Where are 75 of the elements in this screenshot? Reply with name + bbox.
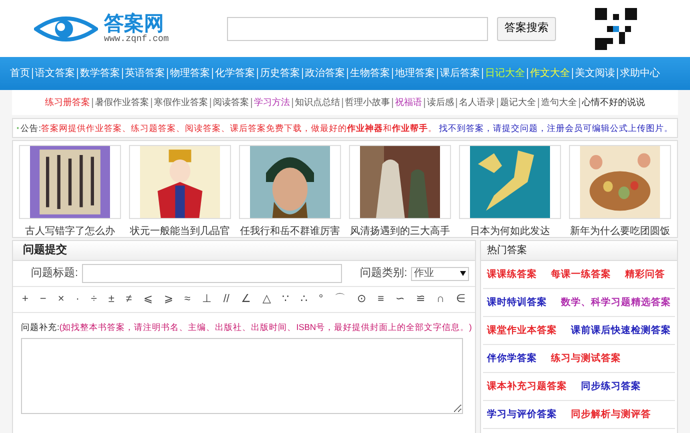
symbol-button[interactable]: // [222,291,230,308]
symbol-button[interactable]: ° [318,291,324,308]
picture-caption[interactable]: 风清扬遇到的三大高手 [350,224,450,239]
hot-answer-link[interactable]: 课堂作业本答案 [487,325,557,336]
symbol-button[interactable]: + [21,291,30,308]
hot-answer-link[interactable]: 课本补充习题答案 [487,381,567,392]
symbol-button[interactable]: ≌ [414,291,426,308]
hot-answer-link[interactable]: 每课一练答案 [551,269,611,280]
symbol-button[interactable]: ∠ [240,291,252,308]
sub-nav-link[interactable]: 名人语录 [459,96,495,110]
hot-answer-link[interactable]: 同步练习答案 [581,381,641,392]
notice-label: 公告: [20,122,41,134]
hot-answer-link[interactable]: 学习与评价答案 [487,409,557,420]
title-field[interactable] [82,264,342,283]
symbol-button[interactable]: ⩽ [142,291,154,308]
hot-answer-link[interactable]: 伴你学答案 [487,353,537,364]
symbol-button[interactable]: ≈ [183,291,192,308]
hot-answer-link[interactable]: 课前课后快速检测答案 [571,325,671,336]
sub-nav-link[interactable]: 读后感 [427,96,454,110]
hot-answer-link[interactable]: 数学、科学习题精选答案 [561,297,671,308]
symbol-button[interactable]: ÷ [90,291,98,308]
caret-icon [460,271,466,276]
sub-nav-link[interactable]: 阅读答案 [213,96,249,110]
sub-nav-link[interactable]: 学习方法 [254,96,290,110]
hot-answer-link[interactable]: 练习与测试答案 [551,353,621,364]
category-select[interactable]: 作业 [411,266,470,280]
panel-title: 问题提交 [23,242,67,258]
sub-nav-link[interactable]: 题记大全 [500,96,536,110]
qr-code-icon [595,8,637,50]
search-button[interactable]: 答案搜索 [497,16,556,40]
symbol-button[interactable]: · [74,291,80,308]
sub-nav-link[interactable]: 练习册答案 [45,96,90,110]
symbol-button[interactable]: × [56,291,66,308]
hot-answer-link[interactable]: 同步解析与测评答 [571,409,651,420]
hot-answer-link[interactable]: 精彩问答 [625,269,665,280]
sub-nav-link[interactable]: 祝福语 [395,96,422,110]
symbol-button[interactable]: △ [261,291,272,308]
sub-nav-link[interactable]: 哲理小故事 [345,96,390,110]
field-label: 问题标题: [31,266,78,282]
supplement-field[interactable] [21,338,463,414]
symbol-button[interactable]: ⊥ [200,291,213,308]
sub-nav-link[interactable]: 寒假作业答案 [154,96,208,110]
symbol-button[interactable]: ⌒ [334,291,347,308]
symbol-button[interactable]: ∈ [454,291,467,308]
eye-logo-icon [34,14,98,44]
sub-nav-link[interactable]: 知识点总结 [295,96,340,110]
symbol-button[interactable]: ≡ [376,291,386,308]
symbol-button[interactable]: ⩾ [162,291,174,308]
symbol-button[interactable]: ∵ [280,291,290,308]
symbol-button[interactable]: ∽ [394,291,406,308]
supplement-hint: (如找整本书答案，请注明书名、主编、出版社、出版时间、ISBN号，最好提供封面上的全部文字信息。) [59,322,472,332]
sub-nav-link[interactable]: 心情不好的说说 [582,96,645,110]
picture-caption[interactable]: 古人写错字了怎么办 [25,224,115,239]
symbol-button[interactable]: ⊙ [356,291,368,308]
picture-caption[interactable]: 任我行和岳不群谁厉害 [240,224,340,239]
notice-text: 答案网提供作业答案、练习题答案、阅读答案、课后答案免费下载，做最好的作业神器和作业帮手。 [41,122,437,134]
symbol-button[interactable]: ∩ [435,291,446,308]
sub-nav-link[interactable]: 暑假作业答案 [95,96,149,110]
symbol-button[interactable]: ≠ [124,291,133,308]
panel-title: 热门答案 [487,244,527,258]
logo-name: 答案网 [104,13,164,33]
field-label: 问题补充: [21,322,60,332]
picture-caption[interactable]: 新年为什么要吃团圆饭 [570,224,670,239]
hot-answer-link[interactable]: 课课练答案 [487,269,537,280]
field-label: 问题类别: [360,266,408,282]
logo-url: www.zqnf.com [104,35,169,44]
symbol-button[interactable]: ± [107,291,116,308]
sub-nav-link[interactable]: 造句大全 [541,96,577,110]
symbol-button[interactable]: ∴ [299,291,308,308]
search-field[interactable] [227,16,488,40]
notice-link[interactable]: 找不到答案，请提交问题，注册会员可编辑公式上传图片。 [439,122,673,134]
picture-caption[interactable]: 状元一般能当到几品官 [130,224,230,239]
hot-answer-link[interactable]: 课时特训答案 [487,297,547,308]
picture-caption[interactable]: 日本为何如此发达 [470,224,550,239]
symbol-button[interactable]: − [38,291,48,308]
